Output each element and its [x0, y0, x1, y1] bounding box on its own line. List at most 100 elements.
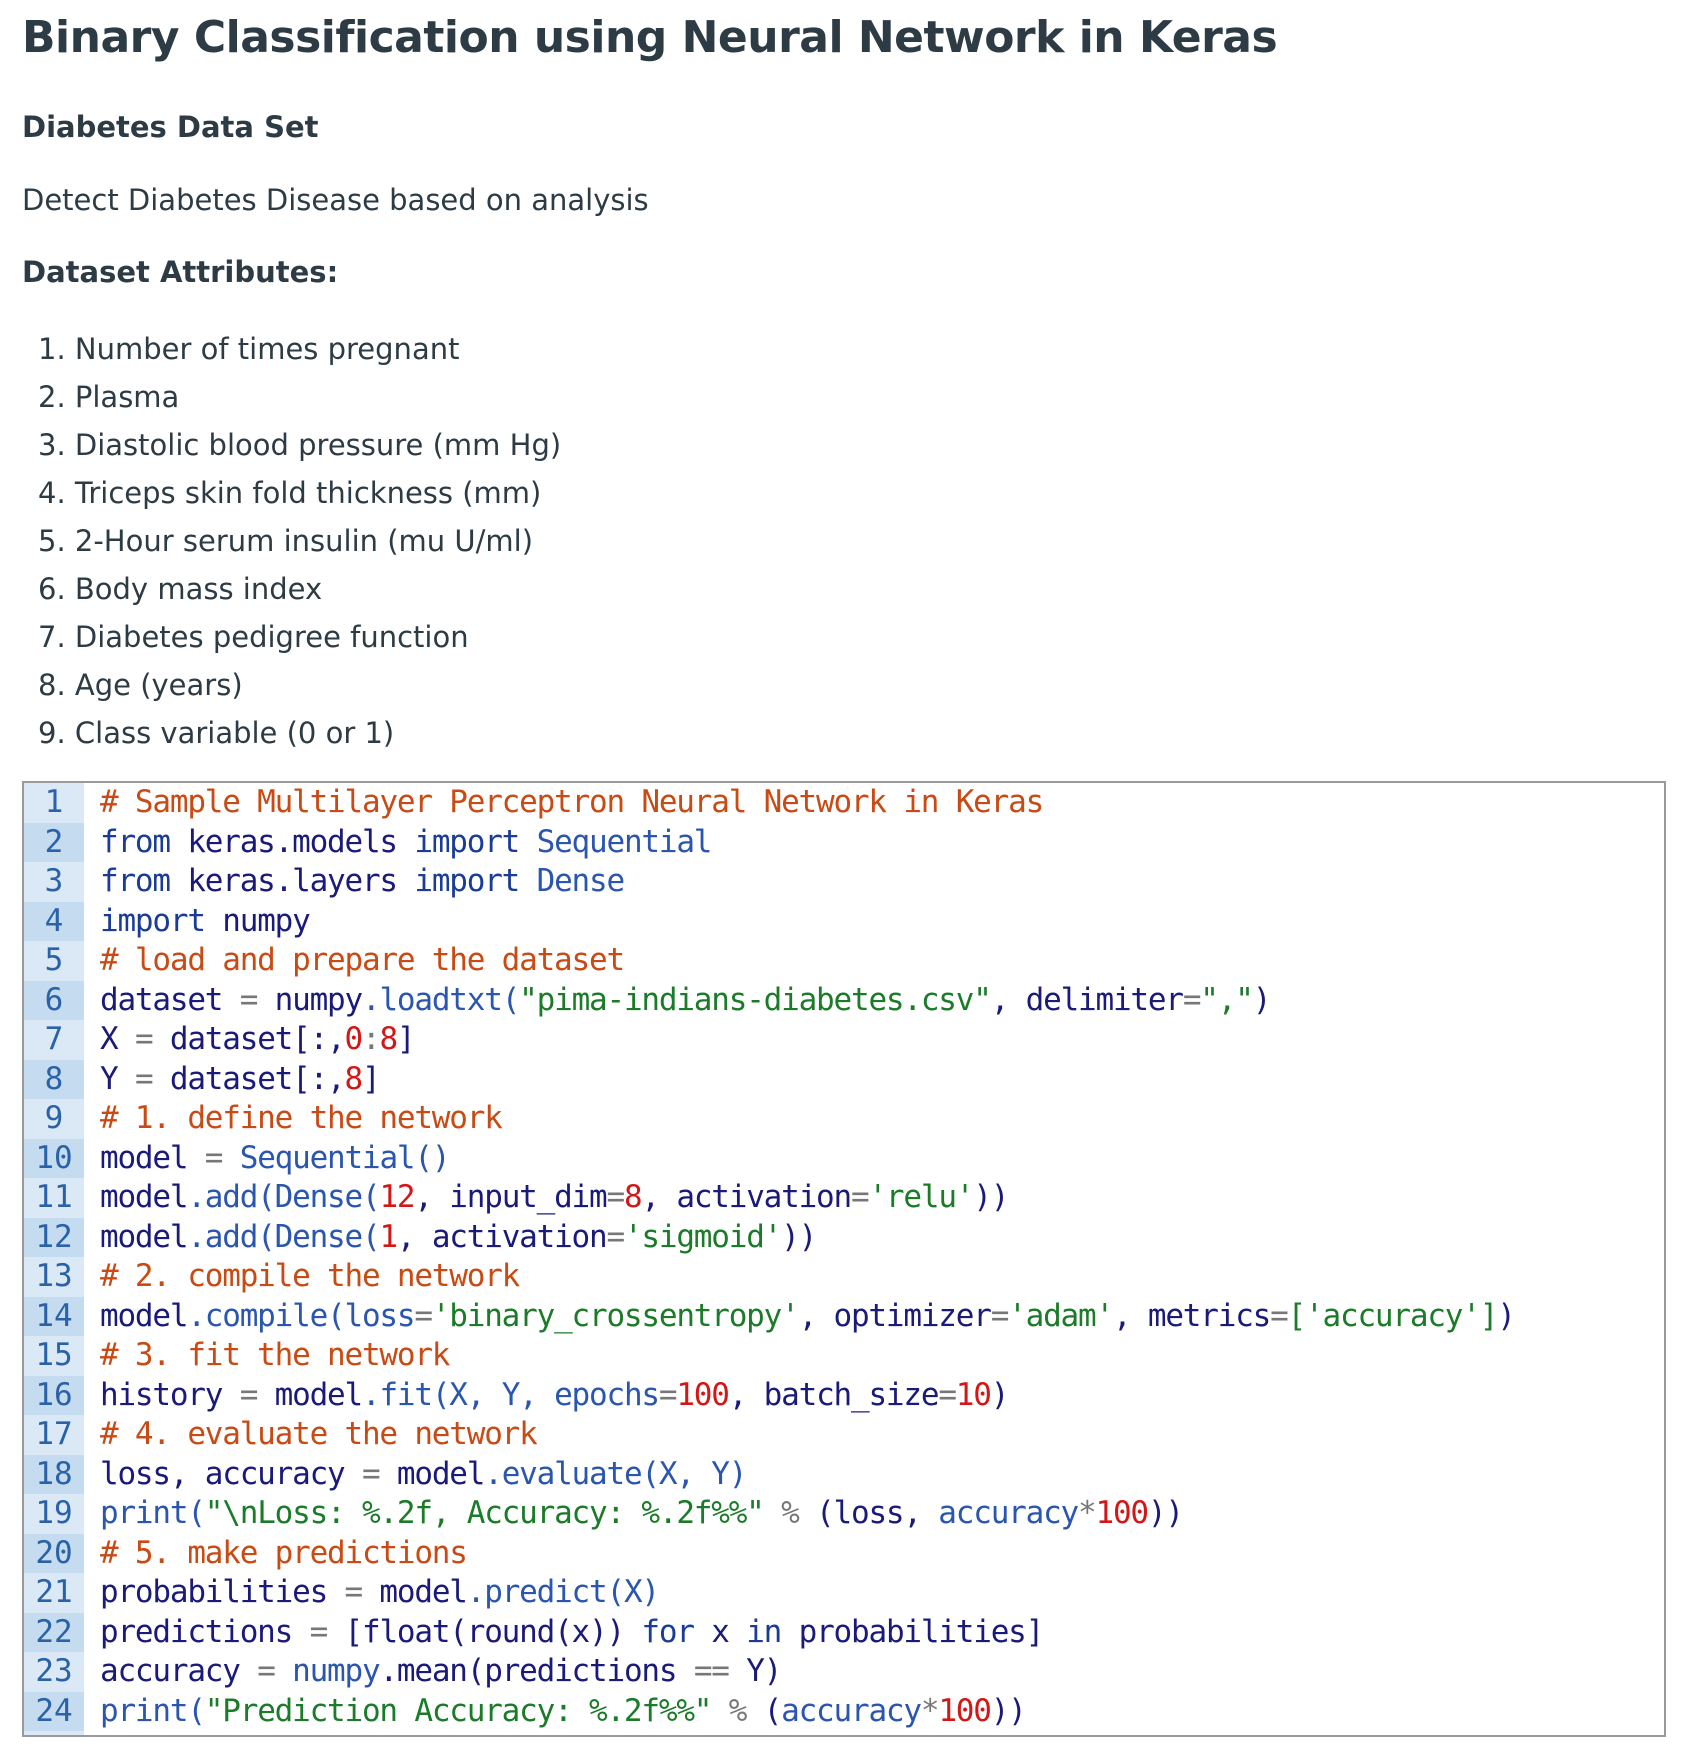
line-number: 1 [24, 783, 84, 823]
code-token: import [414, 823, 520, 860]
line-number: 4 [24, 901, 84, 941]
code-token: )) [990, 1692, 1027, 1729]
code-token: model [100, 1297, 189, 1334]
code-token: dataset [100, 981, 240, 1018]
section-subtitle: Diabetes Data Set [22, 110, 319, 144]
code-token: = [361, 1455, 381, 1492]
line-number: 19 [24, 1494, 84, 1534]
code-text: loss, accuracy = model.evaluate(X, Y) [84, 1455, 747, 1495]
code-text: predictions = [float(round(x)) for x in … [84, 1613, 1045, 1653]
code-token: = [257, 1653, 276, 1689]
code-text: history = model.fit(X, Y, epochs=100, ba… [84, 1376, 1009, 1416]
code-line: 11 model.add(Dense(12, input_dim=8, activ… [24, 1178, 1664, 1218]
line-number: 24 [24, 1691, 84, 1731]
attributes-list: 1. Number of times pregnant 2. Plasma 3.… [38, 325, 561, 757]
code-line: 19 print("\nLoss: %.2f, Accuracy: %.2f%%"… [24, 1494, 1664, 1534]
code-line: 13 # 2. compile the network [24, 1257, 1664, 1297]
code-token: (loss, [816, 1495, 939, 1531]
code-token: : [361, 1021, 381, 1057]
code-line: 14 model.compile(loss='binary_crossentrop… [24, 1296, 1664, 1336]
code-text: # 1. define the network [84, 1099, 503, 1139]
code-token: x [693, 1613, 747, 1650]
code-token: 10 [955, 1376, 992, 1413]
code-token: = [938, 1376, 957, 1413]
code-text: import numpy [84, 902, 311, 942]
code-token: 100 [938, 1692, 992, 1729]
list-item: 9. Class variable (0 or 1) [38, 716, 395, 750]
code-token: dataset[:, [152, 1060, 346, 1097]
code-token: = [606, 1218, 625, 1255]
code-token: , activation [396, 1218, 608, 1255]
code-token: keras.models [169, 823, 415, 860]
code-text: # 3. fit the network [84, 1336, 450, 1376]
code-token: "\nLoss: %.2f, Accuracy: %.2f%%" [204, 1495, 765, 1531]
line-number: 15 [24, 1336, 84, 1376]
code-token: 100 [676, 1376, 730, 1413]
line-number: 16 [24, 1375, 84, 1415]
list-item: 2. Plasma [38, 380, 180, 414]
code-token: 1 [379, 1218, 398, 1255]
code-token: , optimizer [798, 1297, 992, 1334]
code-token: = [658, 1376, 678, 1413]
line-number: 12 [24, 1217, 84, 1257]
list-item: 4. Triceps skin fold thickness (mm) [38, 476, 542, 510]
code-token: .add(Dense( [187, 1218, 380, 1255]
code-token: % [763, 1495, 817, 1531]
code-token: keras.layers [169, 863, 415, 899]
code-text: # 2. compile the network [84, 1257, 520, 1297]
line-number: 9 [24, 1099, 84, 1139]
list-item: 6. Body mass index [38, 572, 323, 606]
list-item: 5. 2-Hour serum insulin (mu U/ml) [38, 524, 534, 558]
code-token: .add(Dense( [187, 1179, 380, 1215]
code-token: ] [396, 1021, 416, 1057]
line-number: 10 [24, 1138, 84, 1178]
code-token: "Prediction Accuracy: %.2f%%" [204, 1692, 713, 1729]
code-line: 9 # 1. define the network [24, 1099, 1664, 1139]
code-token: import [414, 863, 520, 899]
line-number: 22 [24, 1612, 84, 1652]
code-line: 18 loss, accuracy = model.evaluate(X, Y) [24, 1454, 1664, 1495]
code-token: Y) [728, 1653, 782, 1689]
code-line: 4 import numpy [24, 901, 1664, 942]
code-token: from [100, 863, 171, 899]
line-number: 7 [24, 1020, 84, 1060]
code-token: # load and prepare the dataset [100, 942, 625, 978]
line-number: 17 [24, 1415, 84, 1455]
code-token: history [100, 1376, 240, 1413]
code-line: 3 from keras.layers import Dense [24, 862, 1664, 902]
code-token: 0 [344, 1021, 364, 1057]
code-token: )) [973, 1179, 1009, 1215]
code-token: = [606, 1179, 625, 1215]
code-token: .loadtxt( [361, 981, 520, 1018]
code-token: ) [1252, 981, 1272, 1018]
code-text: print("Prediction Accuracy: %.2f%%" % (a… [84, 1692, 1027, 1732]
code-token: model [361, 1574, 468, 1610]
code-text: Y = dataset[:,8] [84, 1060, 381, 1100]
line-number: 3 [24, 862, 84, 902]
code-token: probabilities] [781, 1613, 1045, 1650]
code-token: Sequential() [222, 1139, 451, 1176]
code-token: 'binary_crossentropy' [431, 1297, 800, 1334]
code-token: = [309, 1613, 329, 1650]
code-token: # Sample Multilayer Perceptron Neural Ne… [100, 784, 1044, 820]
code-token: 8 [344, 1060, 364, 1097]
code-token: = [851, 1179, 870, 1215]
code-text: from keras.models import Sequential [84, 823, 712, 863]
code-line: 24 print("Prediction Accuracy: %.2f%%" % … [24, 1691, 1664, 1732]
code-text: # 5. make predictions [84, 1534, 468, 1574]
line-number: 20 [24, 1533, 84, 1573]
code-line: 20 # 5. make predictions [24, 1533, 1664, 1574]
code-text: print("\nLoss: %.2f, Accuracy: %.2f%%" %… [84, 1494, 1184, 1534]
attributes-heading: Dataset Attributes: [22, 255, 339, 289]
code-token: 'relu' [868, 1179, 974, 1215]
code-text: from keras.layers import Dense [84, 862, 625, 902]
code-token: X [100, 1021, 135, 1057]
code-token: )) [1147, 1495, 1184, 1531]
code-token: .compile(loss [187, 1297, 415, 1334]
code-token: 8 [379, 1021, 398, 1057]
code-text: # Sample Multilayer Perceptron Neural Ne… [84, 783, 1044, 823]
code-line: 21 probabilities = model.predict(X) [24, 1573, 1664, 1613]
code-line: 10 model = Sequential() [24, 1138, 1664, 1178]
list-item: 1. Number of times pregnant [38, 332, 460, 366]
code-token: numpy [204, 902, 311, 939]
